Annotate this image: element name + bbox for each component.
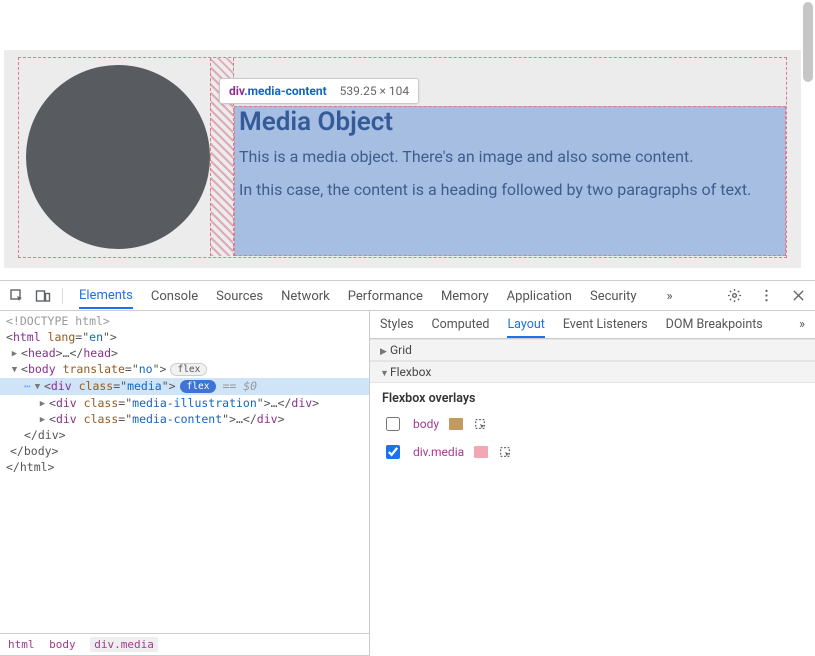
dom-div-content[interactable]: ▶<div class="media-content">…</div> bbox=[0, 411, 369, 427]
tooltip-class: .media-content bbox=[244, 84, 327, 98]
media-paragraph-1: This is a media object. There's an image… bbox=[239, 147, 781, 166]
flex-badge-selected[interactable]: flex bbox=[180, 380, 217, 393]
overlay-media-label[interactable]: div.media bbox=[413, 445, 464, 459]
selected-marker: == $0 bbox=[222, 379, 257, 393]
tab-performance[interactable]: Performance bbox=[348, 283, 423, 309]
tab-sources[interactable]: Sources bbox=[216, 283, 263, 309]
crumb-div-media[interactable]: div.media bbox=[90, 637, 158, 652]
sidebar-tabs: Styles Computed Layout Event Listeners D… bbox=[370, 311, 815, 339]
media-heading: Media Object bbox=[239, 107, 781, 137]
stab-computed[interactable]: Computed bbox=[432, 312, 490, 337]
stab-styles[interactable]: Styles bbox=[380, 312, 414, 337]
stab-layout[interactable]: Layout bbox=[507, 312, 544, 338]
dom-tree[interactable]: <!DOCTYPE html> <html lang="en"> ▶<head>… bbox=[0, 311, 369, 633]
dom-div-media-close[interactable]: </div> bbox=[0, 427, 369, 443]
flex-container-preview: Media Object This is a media object. The… bbox=[4, 50, 801, 268]
devtools: Elements Console Sources Network Perform… bbox=[0, 280, 815, 656]
more-menu-icon[interactable] bbox=[755, 285, 777, 307]
settings-gear-icon[interactable] bbox=[723, 285, 745, 307]
overlay-body-swatch[interactable] bbox=[449, 418, 463, 430]
overlay-media-checkbox[interactable] bbox=[386, 445, 400, 459]
flexbox-overlays-title: Flexbox overlays bbox=[382, 391, 803, 406]
crumb-html[interactable]: html bbox=[8, 638, 35, 651]
inspect-tooltip: div.media-content 539.25 × 104 bbox=[219, 78, 419, 104]
stab-event-listeners[interactable]: Event Listeners bbox=[563, 312, 648, 337]
tooltip-tag: div bbox=[229, 84, 244, 98]
tab-security[interactable]: Security bbox=[590, 283, 637, 309]
toolbar-separator bbox=[62, 288, 63, 304]
flex-overlay-row-media: div.media bbox=[382, 442, 803, 462]
overlay-media-swatch[interactable] bbox=[474, 446, 488, 458]
tab-elements[interactable]: Elements bbox=[79, 282, 133, 309]
tab-network[interactable]: Network bbox=[281, 283, 330, 309]
dom-body-open[interactable]: ▼<body translate="no">flex bbox=[0, 361, 369, 378]
overlay-media-highlight-icon[interactable] bbox=[498, 445, 512, 459]
close-devtools-icon[interactable] bbox=[787, 285, 809, 307]
grid-label: Grid bbox=[390, 343, 412, 357]
layout-sidebar: Styles Computed Layout Event Listeners D… bbox=[370, 311, 815, 656]
dom-html-open[interactable]: <html lang="en"> bbox=[0, 329, 369, 345]
dom-div-media[interactable]: ⋯▼<div class="media">flex== $0 bbox=[0, 378, 369, 395]
stab-dom-breakpoints[interactable]: DOM Breakpoints bbox=[666, 312, 763, 337]
tooltip-dimensions: 539.25 × 104 bbox=[340, 84, 409, 98]
dom-div-illustration[interactable]: ▶<div class="media-illustration">…</div> bbox=[0, 395, 369, 411]
elements-tree: <!DOCTYPE html> <html lang="en"> ▶<head>… bbox=[0, 311, 370, 656]
flexbox-label: Flexbox bbox=[390, 365, 431, 379]
rendered-page: Media Object This is a media object. The… bbox=[0, 0, 815, 280]
dom-doctype[interactable]: <!DOCTYPE html> bbox=[0, 313, 369, 329]
overlay-body-label[interactable]: body bbox=[413, 417, 439, 431]
inspect-element-icon[interactable] bbox=[6, 285, 28, 307]
media-illustration-circle bbox=[26, 65, 210, 249]
overlay-body-checkbox[interactable] bbox=[386, 417, 400, 431]
devtools-panels: <!DOCTYPE html> <html lang="en"> ▶<head>… bbox=[0, 311, 815, 656]
stabs-overflow[interactable]: » bbox=[799, 312, 805, 337]
page-scrollbar[interactable] bbox=[803, 2, 813, 82]
overlay-body-highlight-icon[interactable] bbox=[473, 417, 487, 431]
flexbox-section: Flexbox overlays body div.media bbox=[370, 383, 815, 474]
tab-memory[interactable]: Memory bbox=[441, 283, 489, 309]
crumb-body[interactable]: body bbox=[49, 638, 76, 651]
device-toggle-icon[interactable] bbox=[32, 285, 54, 307]
devtools-toolbar: Elements Console Sources Network Perform… bbox=[0, 281, 815, 311]
devtools-tabs: Elements Console Sources Network Perform… bbox=[79, 282, 673, 309]
flex-badge[interactable]: flex bbox=[170, 363, 207, 376]
section-flexbox-head[interactable]: ▼Flexbox bbox=[370, 361, 815, 383]
dom-body-close[interactable]: </body> bbox=[0, 443, 369, 459]
flex-overlay-row-body: body bbox=[382, 414, 803, 434]
media-paragraph-2: In this case, the content is a heading f… bbox=[239, 180, 781, 199]
tab-console[interactable]: Console bbox=[151, 283, 198, 309]
tabs-overflow[interactable]: » bbox=[667, 283, 673, 309]
dom-head[interactable]: ▶<head>…</head> bbox=[0, 345, 369, 361]
dom-html-close[interactable]: </html> bbox=[0, 459, 369, 475]
media-content-highlight: Media Object This is a media object. The… bbox=[234, 106, 786, 256]
tab-application[interactable]: Application bbox=[507, 283, 572, 309]
elements-breadcrumb[interactable]: html body div.media bbox=[0, 633, 369, 656]
section-grid-head[interactable]: ▶Grid bbox=[370, 339, 815, 361]
